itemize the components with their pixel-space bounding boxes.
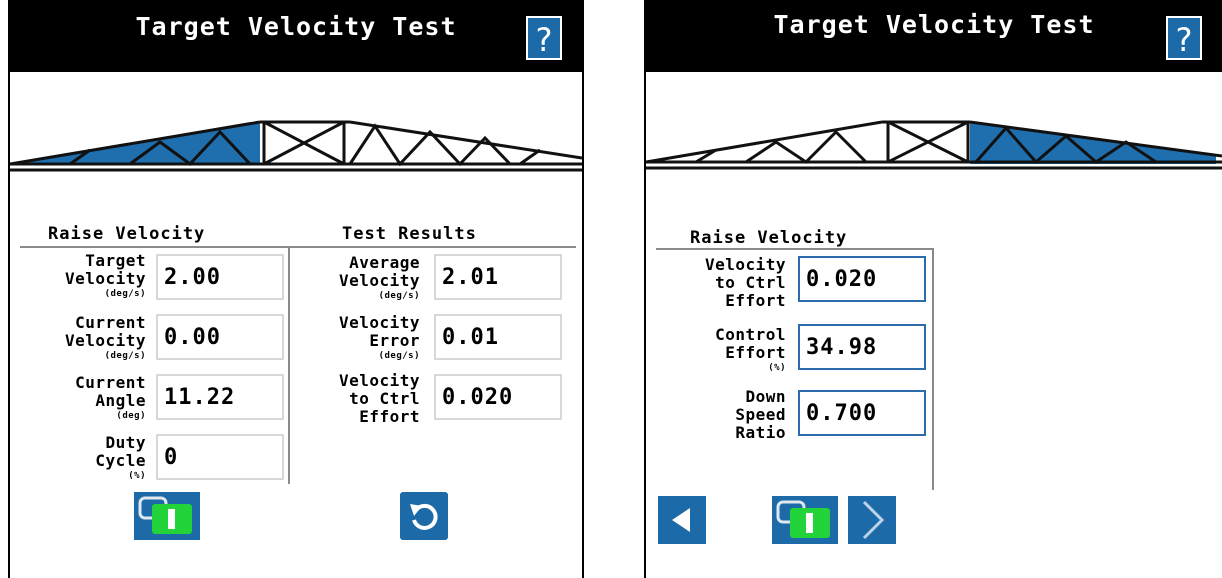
boom-diagram xyxy=(10,120,582,172)
column-divider xyxy=(288,246,290,484)
velocity-error-label: Velocity Error (deg/s) xyxy=(338,313,420,362)
target-velocity-field[interactable]: 2.00 xyxy=(156,254,284,300)
down-speed-ratio-label: Down Speed Ratio xyxy=(735,387,786,442)
control-effort-label: Control Effort (%) xyxy=(715,325,786,374)
reset-button[interactable] xyxy=(400,492,448,540)
back-button[interactable] xyxy=(658,496,706,544)
target-velocity-label: Target Velocity (deg/s) xyxy=(64,251,146,300)
velocity-to-ctrl-effort-label: Velocity to Ctrl Effort xyxy=(704,255,786,310)
raise-velocity-heading: Raise Velocity xyxy=(48,224,206,244)
page-title: Target Velocity Test xyxy=(135,12,457,41)
toggle-button[interactable] xyxy=(134,492,200,540)
current-velocity-field: 0.00 xyxy=(156,314,284,360)
raise-velocity-heading: Raise Velocity xyxy=(690,228,848,248)
velocity-to-ctrl-effort-field: 0.020 xyxy=(434,374,562,420)
section-divider xyxy=(656,248,934,250)
header-bar: Target Velocity Test ? xyxy=(646,0,1222,72)
velocity-error-field: 0.01 xyxy=(434,314,562,360)
back-arrow-icon xyxy=(672,508,690,532)
right-screen: Target Velocity Test ? Raise Velocity Ve… xyxy=(644,0,1222,578)
reset-icon xyxy=(410,503,438,530)
section-divider xyxy=(20,246,576,248)
down-speed-ratio-field[interactable]: 0.700 xyxy=(798,390,926,436)
help-button[interactable]: ? xyxy=(1166,16,1202,60)
page-title: Target Velocity Test xyxy=(773,10,1095,39)
toggle-button[interactable] xyxy=(772,496,838,544)
velocity-to-ctrl-effort-label: Velocity to Ctrl Effort xyxy=(338,371,420,426)
toggle-switch-icon xyxy=(776,500,830,538)
current-angle-field: 11.22 xyxy=(156,374,284,420)
header-bar: Target Velocity Test ? xyxy=(10,0,582,72)
control-effort-field[interactable]: 34.98 xyxy=(798,324,926,370)
toggle-switch-icon xyxy=(138,496,192,534)
column-divider xyxy=(932,248,934,490)
question-icon: ? xyxy=(535,21,553,59)
duty-cycle-field: 0 xyxy=(156,434,284,480)
test-results-heading: Test Results xyxy=(342,224,477,244)
average-velocity-label: Average Velocity (deg/s) xyxy=(338,253,420,302)
next-arrow-icon xyxy=(862,500,885,540)
next-button[interactable] xyxy=(848,496,896,544)
current-angle-label: Current Angle (deg) xyxy=(75,373,146,422)
question-icon: ? xyxy=(1175,21,1193,59)
duty-cycle-label: Duty Cycle (%) xyxy=(95,433,146,482)
velocity-to-ctrl-effort-field[interactable]: 0.020 xyxy=(798,256,926,302)
current-velocity-label: Current Velocity (deg/s) xyxy=(64,313,146,362)
average-velocity-field: 2.01 xyxy=(434,254,562,300)
help-button[interactable]: ? xyxy=(526,16,562,60)
boom-diagram xyxy=(646,120,1222,170)
left-screen: Target Velocity Test ? Raise Velocity Te… xyxy=(8,0,584,578)
